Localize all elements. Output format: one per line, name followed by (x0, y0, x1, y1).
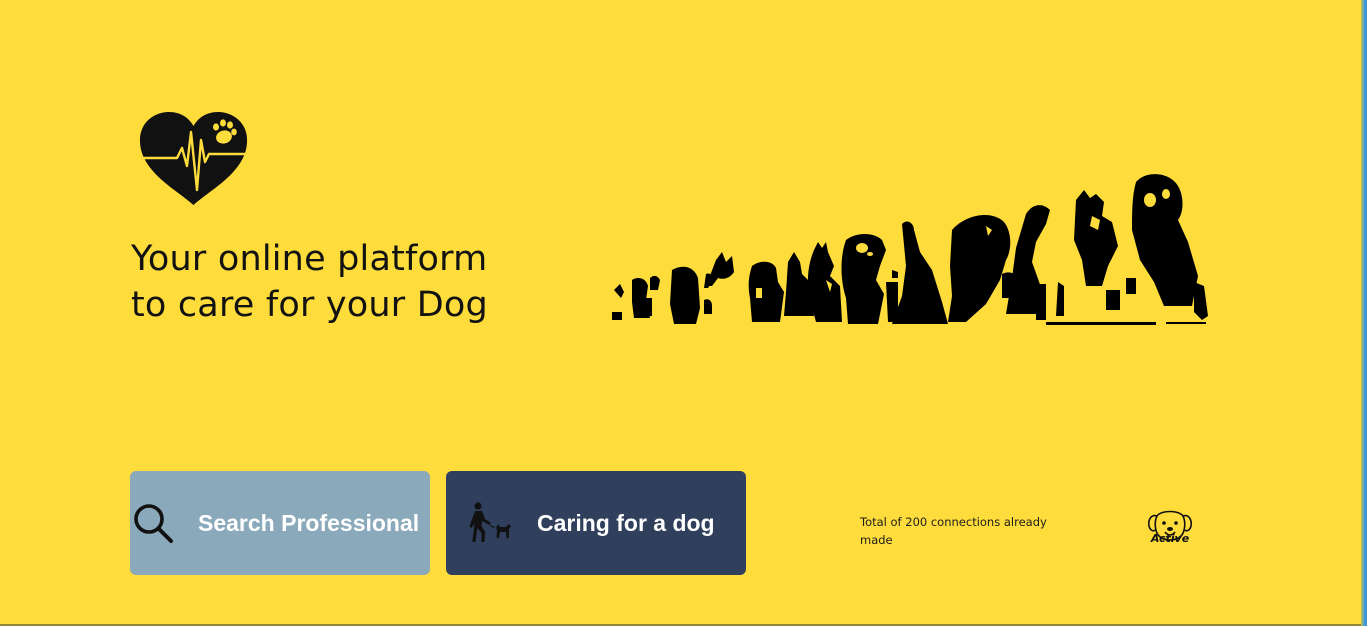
window-edge (1361, 0, 1367, 626)
caring-for-dog-label: Caring for a dog (537, 510, 715, 536)
dogs-silhouette-illustration (612, 174, 1208, 325)
search-professional-label: Search Professional (198, 510, 420, 536)
person-walking-dog-icon (469, 502, 511, 542)
caring-for-dog-button[interactable]: Caring for a dog (446, 471, 746, 575)
search-professional-button[interactable]: Search Professional (130, 471, 430, 575)
hero-headline: Your online platform to care for your Do… (131, 236, 488, 328)
connections-stats: Total of 200 connections already made (860, 515, 1047, 547)
heart-paw-heartbeat-icon (139, 112, 248, 205)
headline-line-2: to care for your Dog (131, 285, 488, 325)
search-icon (134, 504, 173, 543)
headline-line-1: Your online platform (131, 239, 488, 279)
mascot-label: Active (1150, 532, 1190, 545)
